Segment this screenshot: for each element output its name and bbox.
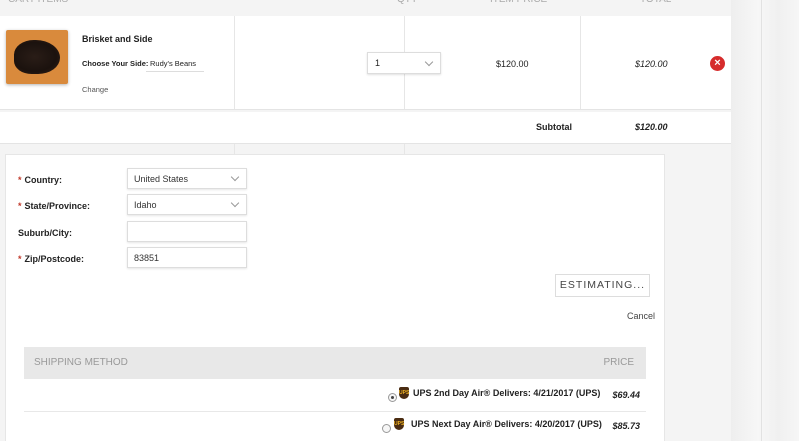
shipping-option-radio[interactable] bbox=[382, 424, 391, 433]
state-select[interactable]: Idaho bbox=[127, 194, 247, 215]
country-value: United States bbox=[134, 174, 189, 184]
zip-input[interactable]: 83851 bbox=[127, 247, 247, 268]
header-item-price: ITEM PRICE bbox=[490, 0, 547, 8]
column-divider bbox=[580, 16, 581, 109]
country-select[interactable]: United States bbox=[127, 168, 247, 189]
remove-item-icon[interactable]: × bbox=[710, 56, 725, 71]
shipping-method-heading: SHIPPING METHOD bbox=[34, 357, 128, 368]
state-label: * State/Province: bbox=[18, 201, 91, 211]
product-name[interactable]: Brisket and Side bbox=[82, 34, 153, 44]
header-cart-items: CART ITEMS bbox=[8, 0, 68, 8]
column-divider bbox=[234, 16, 235, 109]
chevron-down-icon bbox=[230, 198, 240, 208]
shipping-option-radio[interactable] bbox=[388, 393, 397, 402]
estimate-shipping-button[interactable]: ESTIMATING... bbox=[555, 274, 650, 297]
price-heading: PRICE bbox=[603, 357, 634, 368]
subtotal-value: $120.00 bbox=[635, 122, 668, 132]
subtotal-row: Subtotal $120.00 bbox=[0, 112, 731, 144]
quantity-value: 1 bbox=[375, 58, 381, 68]
item-price: $120.00 bbox=[496, 59, 529, 69]
shipping-option-price: $85.73 bbox=[612, 421, 640, 431]
cart-panel: CART ITEMS QTY ITEM PRICE TOTAL Brisket … bbox=[0, 0, 731, 441]
ups-logo-icon: UPS bbox=[399, 387, 409, 399]
chevron-down-icon bbox=[424, 57, 434, 67]
zip-value: 83851 bbox=[134, 253, 160, 263]
column-divider bbox=[234, 144, 235, 154]
column-divider bbox=[404, 144, 405, 154]
shipping-option-label: UPS Next Day Air® Delivers: 4/20/2017 (U… bbox=[411, 419, 602, 429]
cancel-link[interactable]: Cancel bbox=[627, 311, 655, 321]
cart-item-row: Brisket and Side Choose Your Side: Rudy'… bbox=[0, 16, 731, 110]
ups-logo-icon: UPS bbox=[394, 418, 404, 430]
change-link[interactable]: Change bbox=[82, 85, 108, 94]
shipping-option-row[interactable]: UPS UPS 2nd Day Air® Delivers: 4/21/2017… bbox=[24, 382, 646, 412]
city-label: Suburb/City: bbox=[18, 228, 72, 238]
zip-label: * Zip/Postcode: bbox=[18, 254, 85, 264]
quantity-select[interactable]: 1 bbox=[367, 52, 441, 74]
state-value: Idaho bbox=[134, 200, 157, 210]
shipping-method-header: SHIPPING METHOD PRICE bbox=[24, 347, 646, 379]
shipping-option-row[interactable]: UPS UPS Next Day Air® Delivers: 4/20/201… bbox=[24, 413, 646, 441]
country-label: * Country: bbox=[18, 175, 63, 185]
city-input[interactable] bbox=[127, 221, 247, 242]
shipping-option-label: UPS 2nd Day Air® Delivers: 4/21/2017 (UP… bbox=[413, 388, 601, 398]
header-total: TOTAL bbox=[640, 0, 671, 8]
chevron-down-icon bbox=[230, 172, 240, 182]
side-label: Choose Your Side: bbox=[82, 59, 149, 68]
shipping-option-price: $69.44 bbox=[612, 390, 640, 400]
header-qty: QTY bbox=[397, 0, 418, 8]
page-background-right bbox=[731, 0, 799, 441]
shipping-estimator: * Country: United States * State/Province:… bbox=[5, 154, 665, 441]
product-thumbnail[interactable] bbox=[6, 30, 68, 84]
item-total: $120.00 bbox=[635, 59, 668, 69]
side-value: Rudy's Beans bbox=[146, 54, 204, 72]
subtotal-label: Subtotal bbox=[536, 122, 572, 132]
